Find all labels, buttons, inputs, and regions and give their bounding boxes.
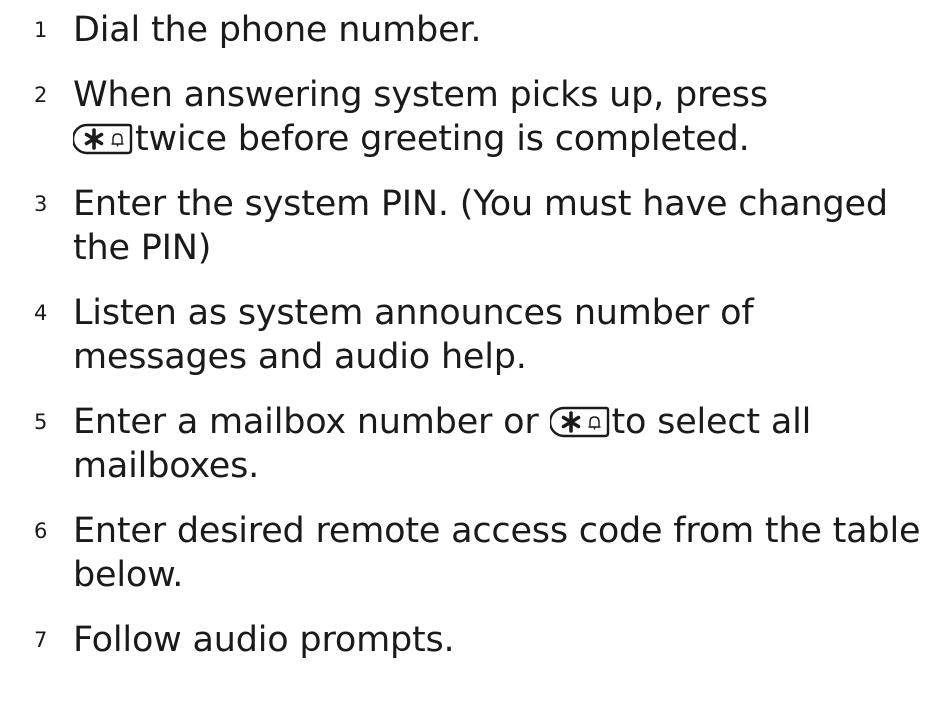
step-text: Listen as system announces number of mes… [73,291,943,379]
step-text-line: below. [73,555,184,595]
step-text-fragment: to select all [611,402,812,442]
step-text: Enter a mailbox number or to select all … [73,400,943,488]
step-text-fragment: Enter a mailbox number or [73,402,539,442]
step-text-line: Enter desired remote access code from th… [73,511,921,551]
step-number: 4 [34,301,48,325]
step-text: Dial the phone number. [73,8,943,52]
step-text-line-with-key: twice before greeting is completed. [73,117,943,161]
step-text-line: Follow audio prompts. [73,620,455,660]
step-text-line-with-key: Enter a mailbox number or to select all [73,400,943,444]
step-text-line: Dial the phone number. [73,10,482,50]
instruction-steps: 1 Dial the phone number. 2 When answerin… [0,0,950,703]
step-text: Follow audio prompts. [73,618,943,662]
step-number: 7 [34,628,48,652]
step-text: Enter the system PIN. (You must have cha… [73,182,943,270]
step-text-line: When answering system picks up, press [73,75,768,115]
step-text-fragment: twice before greeting is completed. [135,119,750,159]
step-text-line: mailboxes. [73,446,260,486]
step-number: 1 [34,18,48,42]
step-number: 3 [34,192,48,216]
star-bell-key-icon [73,123,133,155]
step-text: Enter desired remote access code from th… [73,509,943,597]
step-number: 5 [34,410,48,434]
step-text: When answering system picks up, press tw… [73,73,943,161]
step-text-line: Enter the system PIN. (You must have cha… [73,184,888,224]
step-text-line: messages and audio help. [73,337,527,377]
step-number: 2 [34,83,48,107]
step-number: 6 [34,519,48,543]
star-bell-key-icon [549,406,610,438]
step-text-line: Listen as system announces number of [73,293,754,333]
step-text-line: the PIN) [73,228,212,268]
